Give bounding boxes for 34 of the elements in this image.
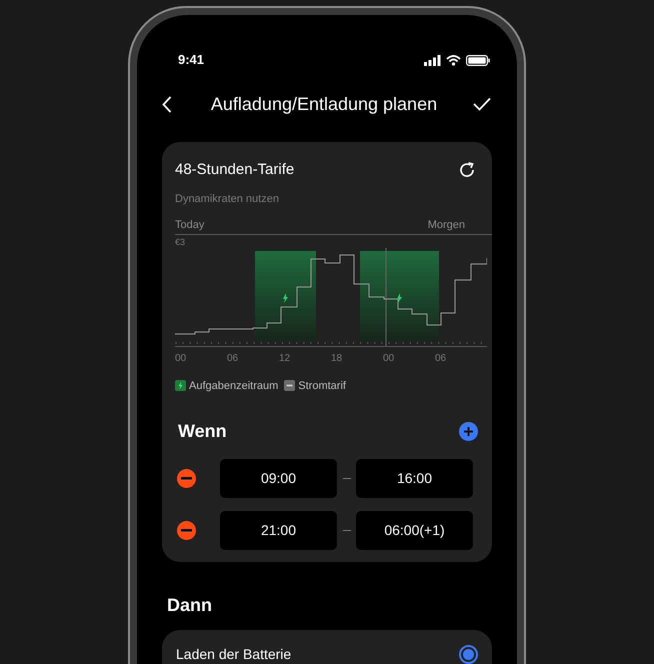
- time-axis-label: 12: [279, 352, 292, 366]
- remove-button[interactable]: [177, 521, 196, 540]
- card-title: 48-Stunden-Tarife: [175, 160, 294, 180]
- wenn-heading: Wenn: [178, 420, 227, 443]
- page-title: Aufladung/Entladung planen: [210, 92, 438, 116]
- radio-button[interactable]: [459, 645, 478, 664]
- time-axis-label: 18: [331, 352, 344, 366]
- minus-icon: [181, 529, 192, 532]
- legend-label: Aufgabenzeitraum: [189, 378, 278, 394]
- minus-icon: [284, 380, 296, 392]
- battery-icon: [466, 54, 490, 66]
- tomorrow-label: Morgen: [428, 218, 465, 233]
- today-label: Today: [175, 218, 204, 233]
- card-subtitle: Dynamikraten nutzen: [175, 192, 280, 206]
- wifi-icon: [446, 54, 461, 66]
- end-time-field[interactable]: 16:00: [356, 459, 473, 498]
- time-axis-label: 00: [383, 352, 396, 366]
- add-button[interactable]: [459, 422, 478, 441]
- remove-button[interactable]: [177, 469, 196, 488]
- dann-heading: Dann: [167, 594, 213, 617]
- time-axis-label: 00: [175, 352, 188, 366]
- plus-icon: [463, 426, 474, 437]
- bolt-icon: [175, 380, 186, 392]
- signal-icon: [424, 54, 441, 66]
- option-label: Laden der Batterie: [176, 645, 292, 664]
- end-time-field[interactable]: 06:00(+1): [356, 511, 473, 550]
- price-axis-label: €3: [175, 236, 186, 248]
- time-axis-label: 06: [435, 352, 448, 366]
- time-axis-label: 06: [227, 352, 240, 366]
- status-time: 9:41: [178, 51, 204, 70]
- minus-icon: [181, 477, 192, 480]
- start-time-field[interactable]: 21:00: [220, 511, 337, 550]
- legend-label: Stromtarif: [298, 378, 346, 394]
- start-time-field[interactable]: 09:00: [220, 459, 337, 498]
